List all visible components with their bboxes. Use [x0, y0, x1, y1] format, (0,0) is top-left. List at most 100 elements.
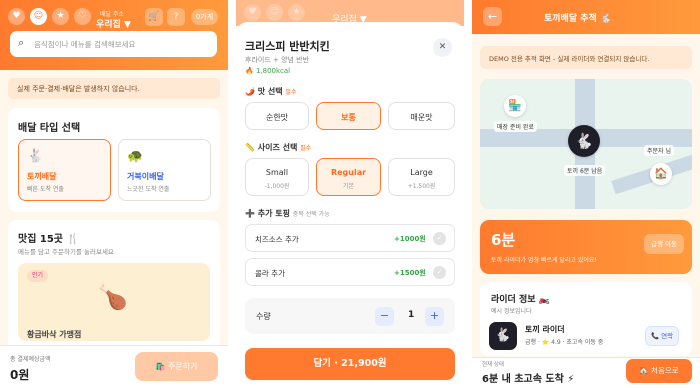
- back-icon[interactable]: ←: [483, 7, 502, 26]
- quantity-value: 1: [408, 310, 415, 320]
- order-summary-bar: 총 결제예상금액 0원 🛍️ 주문하기: [0, 345, 228, 388]
- customer-label: 주문자 님: [644, 145, 674, 156]
- calorie-label: 🔥 1,800kcal: [245, 67, 291, 75]
- chicken-leg-icon: 🍗: [98, 283, 128, 311]
- demo-notice-text: DEMO 전용 추적 화면 - 실제 라이더와 연결되지 않습니다.: [489, 55, 650, 63]
- face-icon[interactable]: ☺: [30, 8, 47, 25]
- contact-button[interactable]: 📞 연락: [645, 326, 679, 346]
- topping-price: +1500원: [394, 269, 426, 277]
- menu-option-screen: ♥ ☺ ★ 우리집 ▼ 크리스피 반반치킨 후라이드 + 양념 반반 🔥 1,8…: [236, 0, 464, 388]
- search-placeholder: 음식점이나 메뉴를 검색해보세요: [34, 40, 136, 49]
- tracking-header: ← 토끼배달 추적 🐇: [472, 0, 700, 34]
- cart-icon[interactable]: 🛒: [145, 8, 163, 26]
- demo-notice: 실제 주문·결제·배달은 발생하지 않습니다.: [8, 78, 220, 99]
- status-value: 6분 내 초고속 도착 ⚡: [482, 374, 575, 385]
- cart-count-badge[interactable]: 0가게: [191, 9, 218, 25]
- check-icon[interactable]: ✓: [433, 266, 446, 279]
- total-amount: 0원: [10, 368, 30, 382]
- turtle-delivery-option[interactable]: 🐢 거북이배달 느긋한 도착 연출: [118, 139, 211, 201]
- rabbit-rider-icon: 🐇: [568, 125, 600, 157]
- total-label: 총 결제예상금액: [10, 356, 51, 363]
- size-option-regular[interactable]: Regular 기본: [316, 158, 381, 196]
- option-label: Small: [265, 168, 289, 177]
- option-sheet: 크리스피 반반치킨 후라이드 + 양념 반반 🔥 1,800kcal ✕ 🌶️ …: [236, 22, 464, 388]
- option-price: +1,500원: [407, 183, 436, 190]
- check-icon[interactable]: ✓: [433, 232, 446, 245]
- app-header: ♥ ☺ ★ ♡ 배달 주소 우리집 ▼ 🛒 ? 0가게 ⌕ 음식점이나 메뉴를 …: [0, 0, 228, 70]
- size-title-text: 📏 사이즈 선택: [245, 143, 298, 152]
- required-tag: 필수: [300, 145, 312, 152]
- minus-button[interactable]: −: [375, 307, 394, 326]
- rider-avatar: 🐇: [489, 322, 517, 350]
- home-button[interactable]: 🏠 처음으로: [626, 359, 692, 383]
- topping-name: 콜라 추가: [255, 269, 285, 278]
- demo-notice: DEMO 전용 추적 화면 - 실제 라이더와 연결되지 않습니다.: [480, 46, 692, 69]
- option-price: 기본: [342, 183, 355, 190]
- topping-group-title: ➕ 추가 토핑 중복 선택 가능: [245, 208, 330, 219]
- star-icon: ★: [288, 4, 305, 21]
- restaurant-thumbnail[interactable]: 인기 🍗 황금바삭 가맹점: [18, 263, 210, 341]
- location-selector[interactable]: 우리집 ▼: [96, 17, 131, 30]
- heart-outline-icon[interactable]: ♡: [74, 8, 91, 25]
- option-desc: 빠른 도착 연출: [27, 186, 64, 193]
- divider: [228, 0, 236, 388]
- order-button[interactable]: 🛍️ 주문하기: [135, 352, 218, 381]
- food-home-screen: ♥ ☺ ★ ♡ 배달 주소 우리집 ▼ 🛒 ? 0가게 ⌕ 음식점이나 메뉴를 …: [0, 0, 228, 388]
- face-icon: ☺: [266, 4, 283, 21]
- taste-title-text: 🌶️ 맛 선택: [245, 87, 283, 96]
- quantity-label: 수량: [256, 312, 271, 321]
- restaurant-count-title: 맛집 15곳 🍴: [18, 234, 79, 245]
- eta-card: 6분 토끼 라이더가 엄청 빠르게 달리고 있어요! 급행 이동: [480, 220, 692, 274]
- tracking-map: 🏪 매장 준비 완료 🐇 토끼 6분 남음 주문자 님 🏠: [480, 79, 692, 209]
- rabbit-icon: 🐇: [27, 149, 44, 164]
- size-group-title: 📏 사이즈 선택 필수: [245, 142, 311, 153]
- eta-value: 6분: [491, 231, 516, 249]
- topping-cheese[interactable]: 치즈소스 추가 +1000원 ✓: [245, 224, 455, 252]
- option-name: 토끼배달: [27, 172, 57, 181]
- optional-tag: 중복 선택 가능: [292, 211, 330, 218]
- rider-info-card: 라이더 정보 🏍️ 예시 정보입니다 🐇 토끼 라이더 급행 · ⭐ 4.9 ·…: [480, 282, 692, 356]
- store-icon: 🏪: [504, 95, 526, 117]
- option-desc: 느긋한 도착 연출: [127, 186, 170, 193]
- rider-info-subtitle: 예시 정보입니다: [491, 308, 532, 315]
- topping-price: +1000원: [394, 235, 426, 243]
- star-icon[interactable]: ★: [52, 8, 69, 25]
- option-label: Large: [410, 168, 433, 177]
- option-price: -1,000원: [264, 183, 290, 190]
- topping-cola[interactable]: 콜라 추가 +1500원 ✓: [245, 258, 455, 286]
- rider-eta-label: 토끼 6분 남음: [564, 165, 606, 176]
- taste-group-title: 🌶️ 맛 선택 필수: [245, 86, 296, 97]
- eta-description: 토끼 라이더가 엄청 빠르게 달리고 있어요!: [491, 257, 597, 264]
- store-label: 매장 준비 완료: [494, 121, 537, 132]
- required-tag: 필수: [285, 89, 297, 96]
- add-to-cart-button[interactable]: 담기 · 21,900원: [245, 348, 455, 380]
- restaurant-name: 황금바삭 가맹점: [27, 330, 82, 339]
- heart-icon[interactable]: ♥: [8, 8, 25, 25]
- express-move-button[interactable]: 급행 이동: [644, 234, 684, 254]
- topping-name: 치즈소스 추가: [255, 235, 299, 244]
- size-option-large[interactable]: Large +1,500원: [388, 158, 455, 196]
- taste-option-spicy[interactable]: 매운맛: [388, 102, 455, 130]
- taste-option-mild[interactable]: 순한맛: [245, 102, 309, 130]
- page-title: 토끼배달 추적 🐇: [544, 14, 612, 24]
- plus-button[interactable]: +: [425, 307, 444, 326]
- heart-icon: ♥: [244, 4, 261, 21]
- status-label: 현재 상태: [482, 362, 504, 368]
- rabbit-delivery-option[interactable]: 🐇 토끼배달 빠른 도착 연출: [18, 139, 111, 201]
- taste-option-medium[interactable]: 보통: [316, 102, 381, 130]
- option-name: 거북이배달: [127, 172, 164, 181]
- item-title: 크리스피 반반치킨: [245, 40, 330, 53]
- rider-stats: 급행 · ⭐ 4.9 · 초고속 이동 중: [525, 339, 604, 346]
- rider-info-title: 라이더 정보 🏍️: [491, 295, 550, 305]
- notice-text: 실제 주문·결제·배달은 발생하지 않습니다.: [17, 85, 140, 93]
- option-label: Regular: [330, 168, 367, 177]
- search-bar[interactable]: ⌕ 음식점이나 메뉴를 검색해보세요: [10, 31, 217, 57]
- help-button[interactable]: ?: [167, 8, 185, 26]
- close-icon[interactable]: ✕: [433, 38, 452, 57]
- size-option-small[interactable]: Small -1,000원: [245, 158, 309, 196]
- delivery-tracking-screen: ← 토끼배달 추적 🐇 DEMO 전용 추적 화면 - 실제 라이더와 연결되지…: [472, 0, 700, 388]
- status-bar: 현재 상태 6분 내 초고속 도착 ⚡ 🏠 처음으로: [472, 357, 700, 388]
- home-icon: 🏠: [650, 163, 672, 185]
- search-icon: ⌕: [18, 36, 25, 49]
- top-bar: ♥ ☺ ★ ♡ 배달 주소 우리집 ▼ 🛒 ? 0가게: [0, 4, 228, 30]
